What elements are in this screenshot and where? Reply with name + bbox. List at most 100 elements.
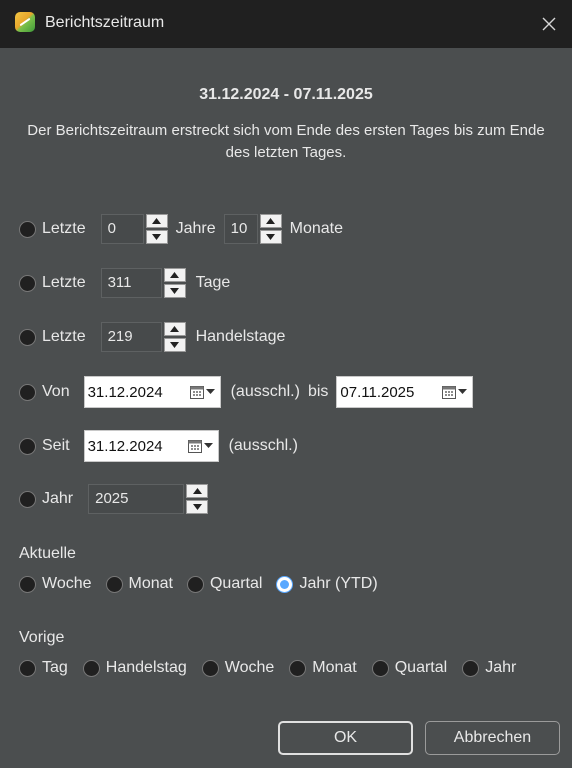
cancel-button[interactable]: Abbrechen [425, 721, 560, 755]
label-letzte-1: Letzte [42, 220, 86, 237]
close-button[interactable] [526, 0, 572, 48]
option-current-quartal[interactable]: Quartal [186, 575, 263, 593]
radio-since[interactable] [19, 437, 36, 455]
radio-current-quartal[interactable] [186, 575, 204, 593]
label-letzte-3: Letzte [42, 328, 86, 345]
trading-days-input[interactable]: 219 [100, 322, 162, 352]
label-current-jahr-ytd: Jahr (YTD) [299, 575, 378, 592]
ok-button[interactable]: OK [278, 721, 413, 755]
arrow-up-icon [266, 218, 276, 224]
row-last-years-months: Letzte 0 Jahre 10 Monate [19, 214, 343, 244]
days-input[interactable]: 311 [100, 268, 162, 298]
label-seit: Seit [42, 437, 70, 454]
radio-from-to[interactable] [19, 383, 36, 401]
days-down-button[interactable] [163, 284, 186, 298]
year-spinbox[interactable]: 2025 [88, 484, 209, 514]
label-letzte-2: Letzte [42, 274, 86, 291]
to-date-picker[interactable]: 07.11.2025 [336, 376, 474, 408]
radio-current-jahr-ytd[interactable] [276, 575, 294, 593]
year-input[interactable]: 2025 [88, 484, 185, 514]
option-current-jahr-ytd[interactable]: Jahr (YTD) [276, 575, 378, 593]
years-down-button[interactable] [145, 230, 168, 244]
radio-current-monat[interactable] [105, 575, 123, 593]
arrow-up-icon [170, 272, 180, 278]
current-options: Woche Monat Quartal Jahr (YTD) [19, 572, 392, 596]
app-logo-icon [15, 12, 35, 32]
radio-prev-woche[interactable] [201, 659, 219, 677]
radio-prev-jahr[interactable] [462, 659, 480, 677]
option-current-woche[interactable]: Woche [19, 575, 92, 593]
row-last-days: Letzte 311 Tage [19, 268, 230, 298]
since-date-value: 31.12.2024 [87, 437, 163, 455]
calendar-icon[interactable] [187, 439, 218, 453]
row-year: Jahr 2025 [19, 484, 209, 514]
label-jahre: Jahre [175, 220, 216, 237]
radio-prev-handelstag[interactable] [82, 659, 100, 677]
since-date-picker[interactable]: 31.12.2024 [83, 430, 219, 462]
years-up-button[interactable] [145, 214, 168, 228]
label-current-monat: Monat [128, 575, 173, 592]
from-date-value: 31.12.2024 [87, 383, 163, 401]
label-tage: Tage [195, 274, 231, 291]
calendar-icon[interactable] [442, 385, 472, 399]
arrow-down-icon [170, 288, 180, 294]
radio-last-days[interactable] [19, 274, 36, 292]
close-icon [542, 17, 556, 31]
option-prev-woche[interactable]: Woche [201, 659, 275, 677]
years-input[interactable]: 0 [100, 214, 144, 244]
section-label-current: Aktuelle [19, 545, 76, 562]
option-prev-monat[interactable]: Monat [289, 659, 357, 677]
year-up-button[interactable] [186, 484, 209, 498]
row-from-to: Von 31.12.2024 (ausschl.) bis 07.11.2025 [19, 375, 474, 409]
year-down-button[interactable] [186, 500, 209, 514]
window-title: Berichtszeitraum [45, 14, 165, 31]
label-bis: bis [307, 383, 329, 400]
dialog-content: 31.12.2024 - 07.11.2025 Der Berichtszeit… [0, 48, 572, 768]
months-down-button[interactable] [259, 230, 282, 244]
dialog-window: Berichtszeitraum 31.12.2024 - 07.11.2025… [0, 0, 572, 768]
radio-last-trading-days[interactable] [19, 328, 36, 346]
arrow-up-icon [152, 218, 162, 224]
option-prev-tag[interactable]: Tag [19, 659, 68, 677]
label-prev-handelstag: Handelstag [105, 659, 187, 676]
label-prev-monat: Monat [312, 659, 357, 676]
label-prev-jahr: Jahr [485, 659, 517, 676]
months-spinbox[interactable]: 10 [223, 214, 282, 244]
days-up-button[interactable] [163, 268, 186, 282]
radio-year[interactable] [19, 490, 36, 508]
radio-prev-tag[interactable] [19, 659, 36, 677]
option-prev-quartal[interactable]: Quartal [371, 659, 448, 677]
arrow-down-icon [170, 342, 180, 348]
option-current-monat[interactable]: Monat [105, 575, 173, 593]
option-prev-handelstag[interactable]: Handelstag [82, 659, 187, 677]
years-spinbox[interactable]: 0 [100, 214, 168, 244]
option-prev-jahr[interactable]: Jahr [462, 659, 516, 677]
arrow-up-icon [192, 488, 202, 494]
label-von: Von [42, 383, 70, 400]
trading-days-down-button[interactable] [163, 338, 186, 352]
arrow-down-icon [152, 234, 162, 240]
radio-prev-quartal[interactable] [371, 659, 389, 677]
label-prev-woche: Woche [224, 659, 275, 676]
arrow-down-icon [266, 234, 276, 240]
months-up-button[interactable] [259, 214, 282, 228]
label-current-quartal: Quartal [209, 575, 263, 592]
row-last-trading-days: Letzte 219 Handelstage [19, 322, 285, 352]
arrow-down-icon [192, 504, 202, 510]
months-input[interactable]: 10 [223, 214, 258, 244]
label-prev-quartal: Quartal [394, 659, 448, 676]
radio-prev-monat[interactable] [289, 659, 307, 677]
titlebar: Berichtszeitraum [0, 0, 572, 48]
to-date-value: 07.11.2025 [340, 383, 415, 401]
label-monate: Monate [289, 220, 343, 237]
arrow-up-icon [170, 326, 180, 332]
trading-days-spinbox[interactable]: 219 [100, 322, 186, 352]
label-handelstage: Handelstage [195, 328, 286, 345]
days-spinbox[interactable]: 311 [100, 268, 186, 298]
range-title: 31.12.2024 - 07.11.2025 [199, 86, 373, 103]
radio-last-years-months[interactable] [19, 220, 36, 238]
from-date-picker[interactable]: 31.12.2024 [83, 376, 221, 408]
trading-days-up-button[interactable] [163, 322, 186, 336]
calendar-icon[interactable] [189, 385, 220, 399]
radio-current-woche[interactable] [19, 575, 36, 593]
